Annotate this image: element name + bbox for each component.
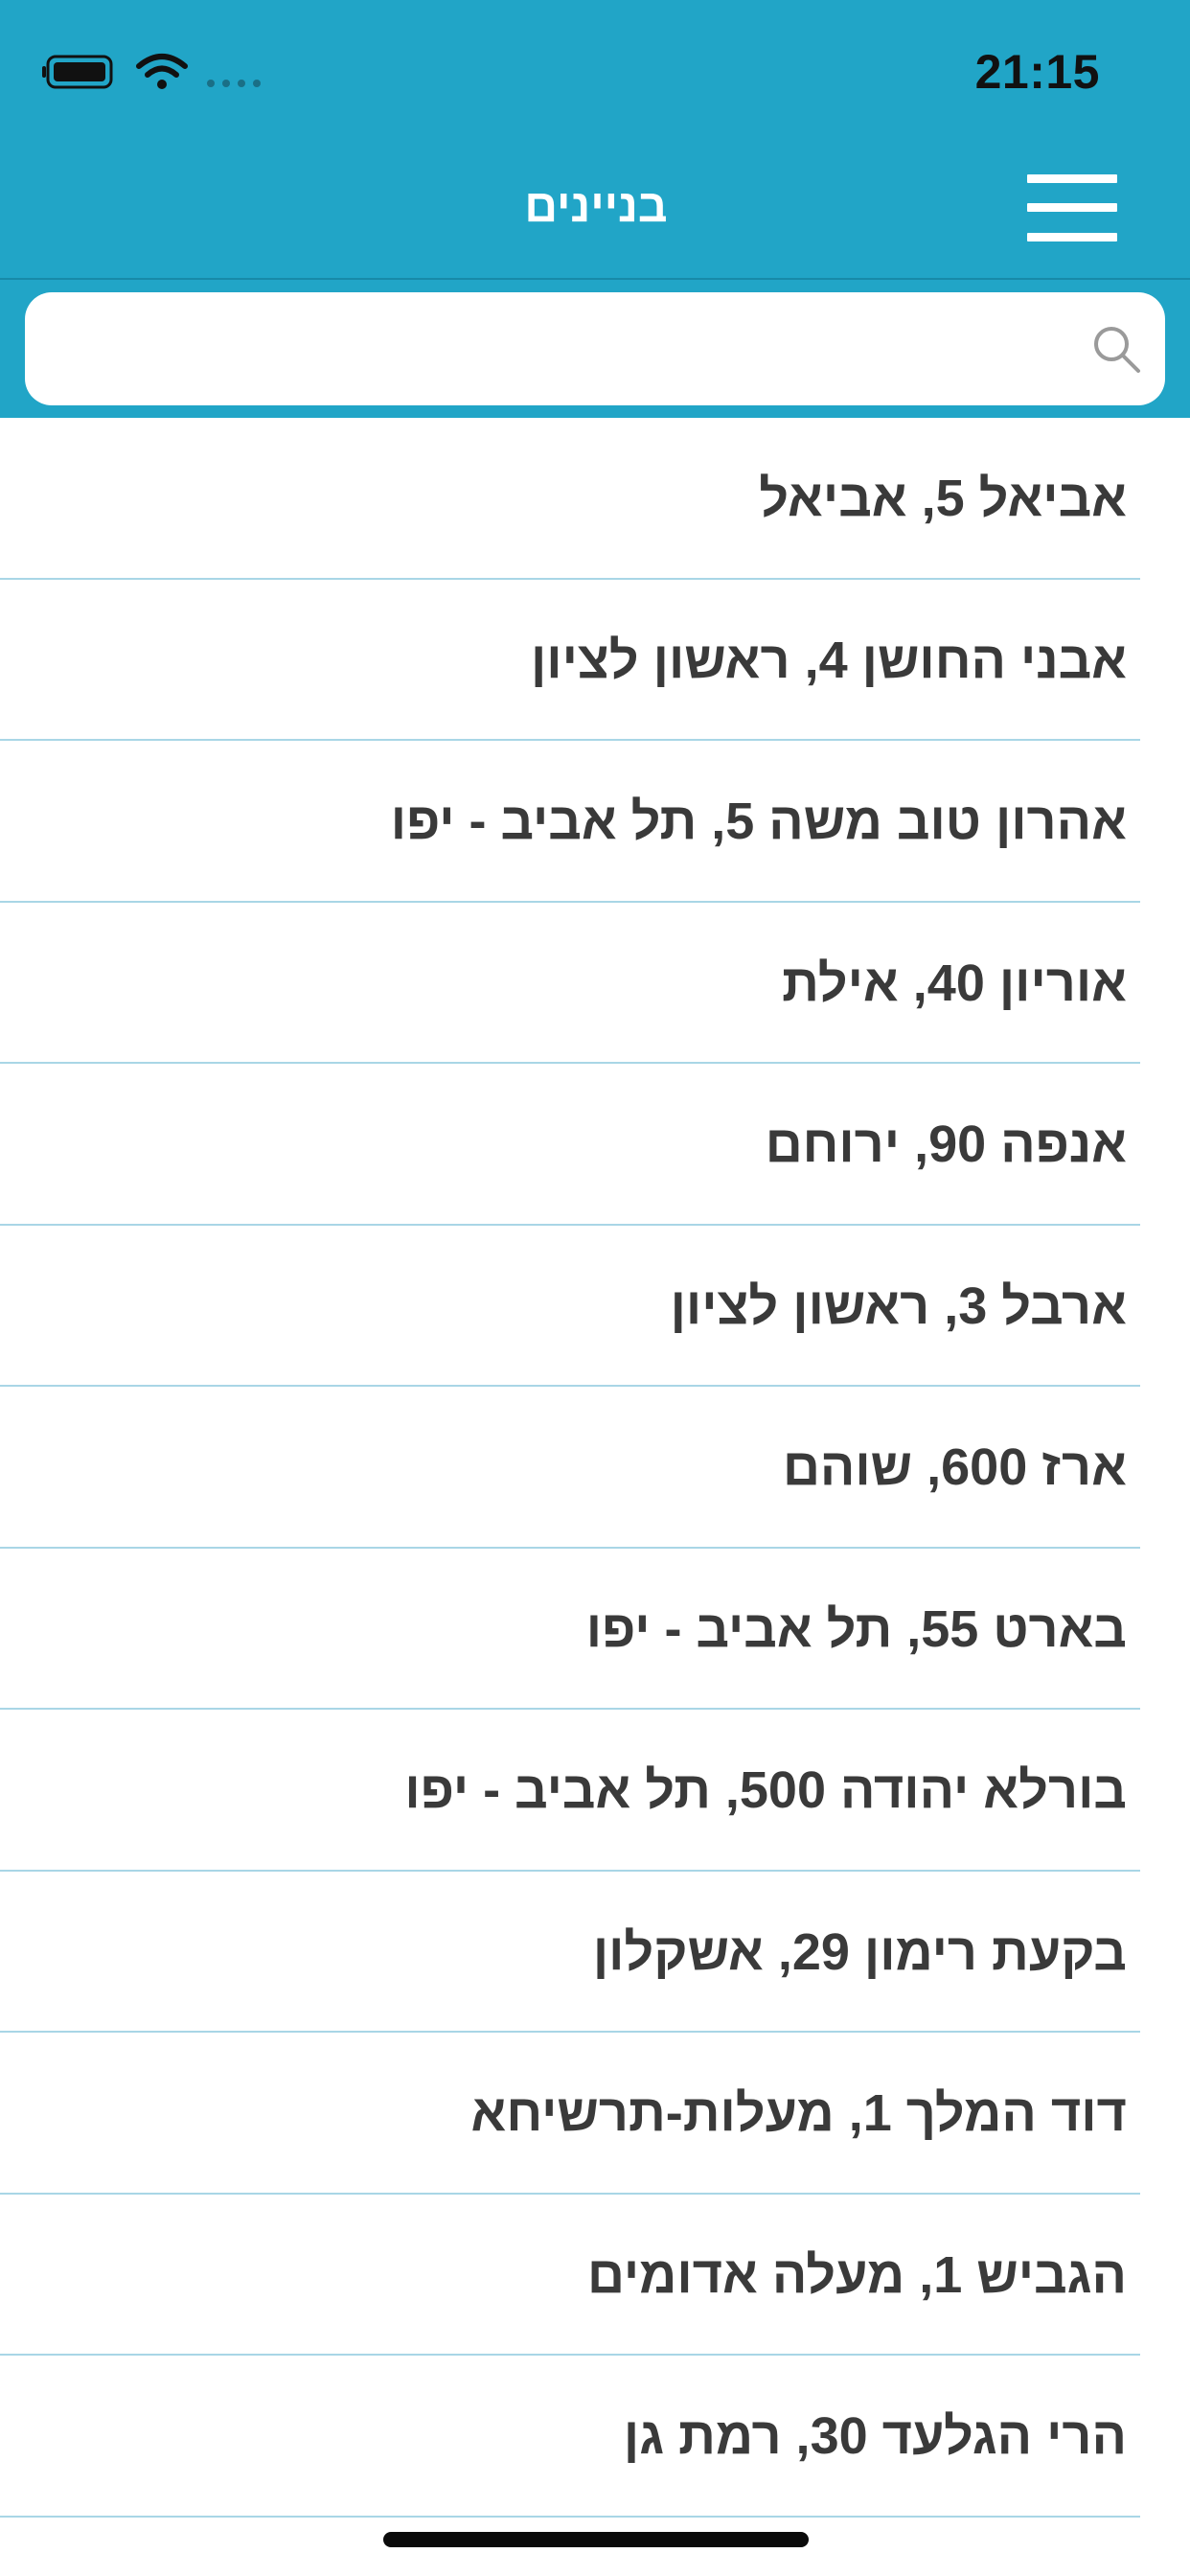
page-title: בניינים xyxy=(524,181,668,232)
list-item[interactable]: דוד המלך 1, מעלות-תרשיחא xyxy=(0,2033,1190,2195)
buildings-list: אביאל 5, אביאל אבני החושן 4, ראשון לציון… xyxy=(0,418,1190,2518)
list-item[interactable]: בורלא יהודה 500, תל אביב - יפו xyxy=(0,1710,1190,1872)
building-address: ארז 600, שוהם xyxy=(782,1438,1127,1496)
battery-icon xyxy=(42,53,119,96)
list-item[interactable]: אנפה 90, ירוחם xyxy=(0,1064,1190,1226)
top-header-area: 21:15 בניינים xyxy=(0,0,1190,418)
list-item[interactable]: בארט 55, תל אביב - יפו xyxy=(0,1549,1190,1710)
list-item[interactable]: אבני החושן 4, ראשון לציון xyxy=(0,580,1190,741)
nav-bar: בניינים xyxy=(0,144,1190,278)
search-input[interactable] xyxy=(54,292,1073,407)
nav-divider xyxy=(0,278,1190,280)
building-address: אבני החושן 4, ראשון לציון xyxy=(531,631,1127,689)
building-address: בורלא יהודה 500, תל אביב - יפו xyxy=(404,1761,1127,1819)
building-address: ארבל 3, ראשון לציון xyxy=(670,1276,1127,1335)
row-separator xyxy=(0,2515,1140,2518)
list-item[interactable]: אהרון טוב משה 5, תל אביב - יפו xyxy=(0,741,1190,903)
list-item[interactable]: הגביש 1, מעלה אדומים xyxy=(0,2195,1190,2356)
hamburger-menu-button[interactable] xyxy=(1027,174,1117,242)
status-time: 21:15 xyxy=(974,45,1100,99)
list-item[interactable]: ארז 600, שוהם xyxy=(0,1387,1190,1549)
search-icon[interactable] xyxy=(1088,321,1146,379)
list-item[interactable]: הרי הגלעד 30, רמת גן xyxy=(0,2356,1190,2518)
list-item[interactable]: אביאל 5, אביאל xyxy=(0,418,1190,580)
wifi-icon xyxy=(136,53,188,96)
list-item[interactable]: ארבל 3, ראשון לציון xyxy=(0,1226,1190,1387)
building-address: אוריון 40, אילת xyxy=(782,954,1127,1012)
building-address: הרי הגלעד 30, רמת גן xyxy=(623,2407,1127,2465)
building-address: בארט 55, תל אביב - יפו xyxy=(585,1599,1127,1658)
home-indicator[interactable] xyxy=(383,2532,809,2547)
building-address: אנפה 90, ירוחם xyxy=(765,1116,1127,1173)
list-item[interactable]: אוריון 40, אילת xyxy=(0,903,1190,1064)
building-address: הגביש 1, מעלה אדומים xyxy=(587,2245,1127,2304)
building-address: בקעת רימון 29, אשקלון xyxy=(592,1922,1127,1981)
status-icons xyxy=(42,50,264,98)
status-bar: 21:15 xyxy=(0,0,1190,144)
building-address: דוד המלך 1, מעלות-תרשיחא xyxy=(470,2084,1128,2142)
building-address: אביאל 5, אביאל xyxy=(759,470,1127,527)
signal-icon xyxy=(205,53,264,96)
building-address: אהרון טוב משה 5, תל אביב - יפו xyxy=(390,793,1127,850)
search-bar[interactable] xyxy=(25,292,1165,407)
list-item[interactable]: בקעת רימון 29, אשקלון xyxy=(0,1872,1190,2033)
